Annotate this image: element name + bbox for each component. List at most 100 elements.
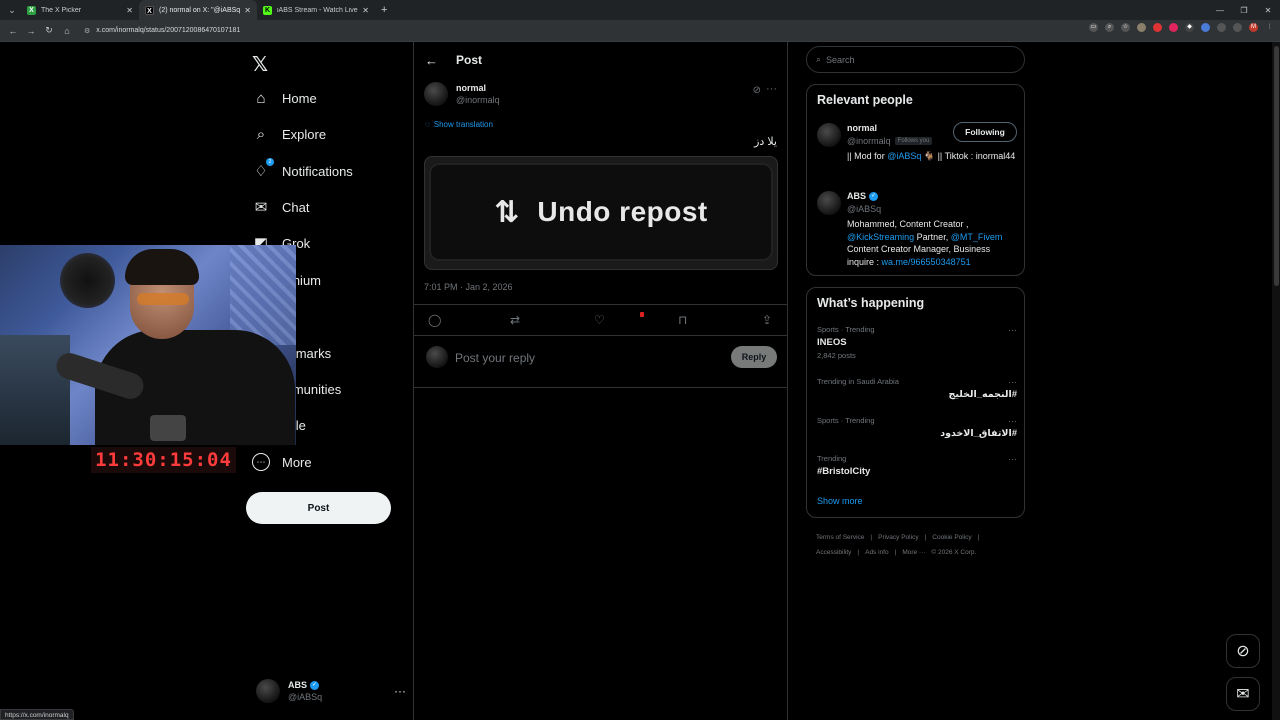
- home-nav-icon[interactable]: ⌂: [58, 26, 76, 36]
- bio-mention-link[interactable]: @KickStreaming: [847, 232, 914, 242]
- home-icon: ⌂: [256, 89, 266, 107]
- trend-item[interactable]: Trending in Saudi Arabia #النجمه_الخليج …: [817, 377, 1017, 400]
- show-translation-link[interactable]: ◌ Show translation: [425, 120, 493, 129]
- post-author[interactable]: normal @inormalq: [424, 82, 500, 106]
- person-name[interactable]: ABS: [847, 191, 866, 201]
- show-more-link[interactable]: Show more: [817, 496, 863, 506]
- account-more-icon[interactable]: ···: [394, 684, 406, 698]
- show-translation-label: Show translation: [433, 120, 493, 129]
- back-arrow-icon[interactable]: ←: [425, 53, 438, 68]
- browser-menu-icon[interactable]: ⋮: [1265, 23, 1274, 32]
- footer-link[interactable]: Privacy Policy: [878, 534, 918, 541]
- x-logo-icon[interactable]: 𝕏: [252, 52, 268, 77]
- bio-mention-link[interactable]: @MT_Fivem: [951, 232, 1003, 242]
- back-nav-icon[interactable]: ←: [4, 26, 22, 36]
- tab-search-icon[interactable]: ⌄: [3, 1, 21, 19]
- person-abs[interactable]: ABS ✓ @iABSq Mohammed, Content Creator , …: [817, 191, 1017, 271]
- close-tab-icon[interactable]: ✕: [244, 6, 251, 15]
- person-normal[interactable]: normal @inormalq Follows you || Mod for @…: [817, 122, 1017, 179]
- repost-icon: ⇅: [494, 195, 520, 229]
- nav-notifications[interactable]: ♢ 2 Notifications: [252, 158, 353, 183]
- following-button[interactable]: Following: [953, 122, 1017, 142]
- bio-mention-link[interactable]: @iABSq: [887, 151, 921, 161]
- search-input[interactable]: ⌕ Search: [806, 46, 1025, 73]
- reload-icon[interactable]: ↻: [40, 25, 58, 36]
- whats-happening-card: What’s happening Sports · Trending INEOS…: [806, 287, 1025, 518]
- bio-link[interactable]: wa.me/966550348751: [882, 257, 971, 267]
- repost-icon[interactable]: ⇄: [510, 313, 520, 327]
- post-media[interactable]: ⇅ Undo repost: [424, 156, 778, 270]
- site-info-icon[interactable]: ⚙: [84, 27, 90, 35]
- cast-icon[interactable]: ▭: [1089, 23, 1098, 32]
- bio-text: 🐐 || Tiktok : inormal44: [921, 151, 1016, 161]
- extension-icon[interactable]: [1153, 23, 1162, 32]
- profile-avatar-icon[interactable]: M: [1249, 23, 1258, 32]
- person-handle: @inormalq: [847, 136, 891, 146]
- messages-fab-button[interactable]: ✉: [1226, 677, 1260, 711]
- forward-nav-icon[interactable]: →: [22, 26, 40, 36]
- minimize-icon[interactable]: —: [1208, 6, 1232, 15]
- nav-explore[interactable]: ⌕ Explore: [252, 122, 326, 146]
- reply-icon[interactable]: ◯: [428, 313, 441, 327]
- search-icon: ⌕: [816, 54, 822, 64]
- zoom-icon[interactable]: ⌕: [1105, 23, 1114, 32]
- trend-name: #النجمه_الخليج: [948, 389, 1017, 400]
- trend-item[interactable]: Sports · Trending #الاتفاق_الاخدود ···: [817, 416, 1017, 439]
- bookmark-icon[interactable]: ⊓: [678, 313, 687, 327]
- maximize-icon[interactable]: ❐: [1232, 6, 1256, 15]
- nav-chat[interactable]: ✉ Chat: [252, 195, 310, 219]
- tab-kick-stream[interactable]: K iABS Stream - Watch Live on K ✕: [257, 0, 375, 20]
- avatar[interactable]: [817, 191, 841, 215]
- reply-input[interactable]: Post your reply: [455, 351, 535, 365]
- avatar[interactable]: [817, 123, 841, 147]
- account-switcher[interactable]: ABS ✓ @iABSq ···: [256, 676, 406, 706]
- new-tab-button[interactable]: +: [381, 4, 387, 16]
- extension-icon[interactable]: ◆: [1185, 23, 1194, 32]
- trend-more-icon[interactable]: ···: [1008, 377, 1017, 387]
- tab-title: (2) normal on X: "@iABSq يلا دز: [159, 7, 241, 14]
- author-name[interactable]: normal: [456, 82, 500, 94]
- nav-home[interactable]: ⌂ Home: [252, 86, 316, 110]
- url-field[interactable]: ⚙ x.com/inormalq/status/2007120086470107…: [84, 23, 1034, 39]
- grok-explain-icon[interactable]: ⊘: [753, 85, 761, 96]
- share-icon[interactable]: ⇪: [762, 313, 772, 327]
- trend-more-icon[interactable]: ···: [1008, 325, 1017, 335]
- tab-x-post[interactable]: X (2) normal on X: "@iABSq يلا دز ✕: [139, 0, 257, 20]
- extension-icon[interactable]: [1137, 23, 1146, 32]
- trend-more-icon[interactable]: ···: [1008, 416, 1017, 426]
- post-button[interactable]: Post: [246, 492, 391, 524]
- nav-more[interactable]: ⋯ More: [252, 450, 312, 474]
- trend-item[interactable]: Trending #BristolCity ···: [817, 454, 1017, 477]
- close-tab-icon[interactable]: ✕: [126, 6, 133, 15]
- reply-button[interactable]: Reply: [731, 346, 777, 368]
- x-picker-favicon-icon: X: [27, 5, 36, 15]
- grok-fab-button[interactable]: ⊘: [1226, 634, 1260, 668]
- post-timestamp[interactable]: 7:01 PM · Jan 2, 2026: [424, 282, 513, 292]
- footer-separator: |: [870, 534, 873, 541]
- footer-separator: |: [857, 549, 860, 556]
- sidebar-icon[interactable]: [1233, 23, 1242, 32]
- tab-title: The X Picker: [41, 6, 82, 14]
- avatar[interactable]: [424, 82, 448, 106]
- puzzle-icon[interactable]: [1217, 23, 1226, 32]
- cursor-marker: [640, 312, 644, 317]
- close-tab-icon[interactable]: ✕: [362, 6, 369, 15]
- extension-icon[interactable]: [1169, 23, 1178, 32]
- tab-x-picker[interactable]: X The X Picker ✕: [21, 0, 139, 20]
- footer-link[interactable]: Cookie Policy: [932, 534, 971, 541]
- like-icon[interactable]: ♡: [594, 313, 605, 327]
- extension-icon[interactable]: [1201, 23, 1210, 32]
- footer-link[interactable]: Accessibility: [816, 549, 851, 556]
- post-actions: ◯ ⇄ ♡ ⊓ ⇪: [414, 304, 787, 336]
- close-window-icon[interactable]: ✕: [1256, 6, 1280, 15]
- trend-item[interactable]: Sports · Trending INEOS 2,842 posts ···: [817, 325, 1017, 360]
- footer-link[interactable]: Ads info: [865, 549, 889, 556]
- trend-more-icon[interactable]: ···: [1008, 454, 1017, 464]
- post-more-icon[interactable]: ···: [766, 83, 777, 95]
- person-bio: || Mod for @iABSq 🐐 || Tiktok : inormal4…: [847, 150, 1017, 163]
- bookmark-star-icon[interactable]: ☆: [1121, 23, 1130, 32]
- footer-link[interactable]: Terms of Service: [816, 534, 864, 541]
- footer-link[interactable]: More ···: [902, 549, 925, 556]
- author-handle[interactable]: @inormalq: [456, 94, 500, 106]
- scrollbar-thumb[interactable]: [1274, 46, 1279, 286]
